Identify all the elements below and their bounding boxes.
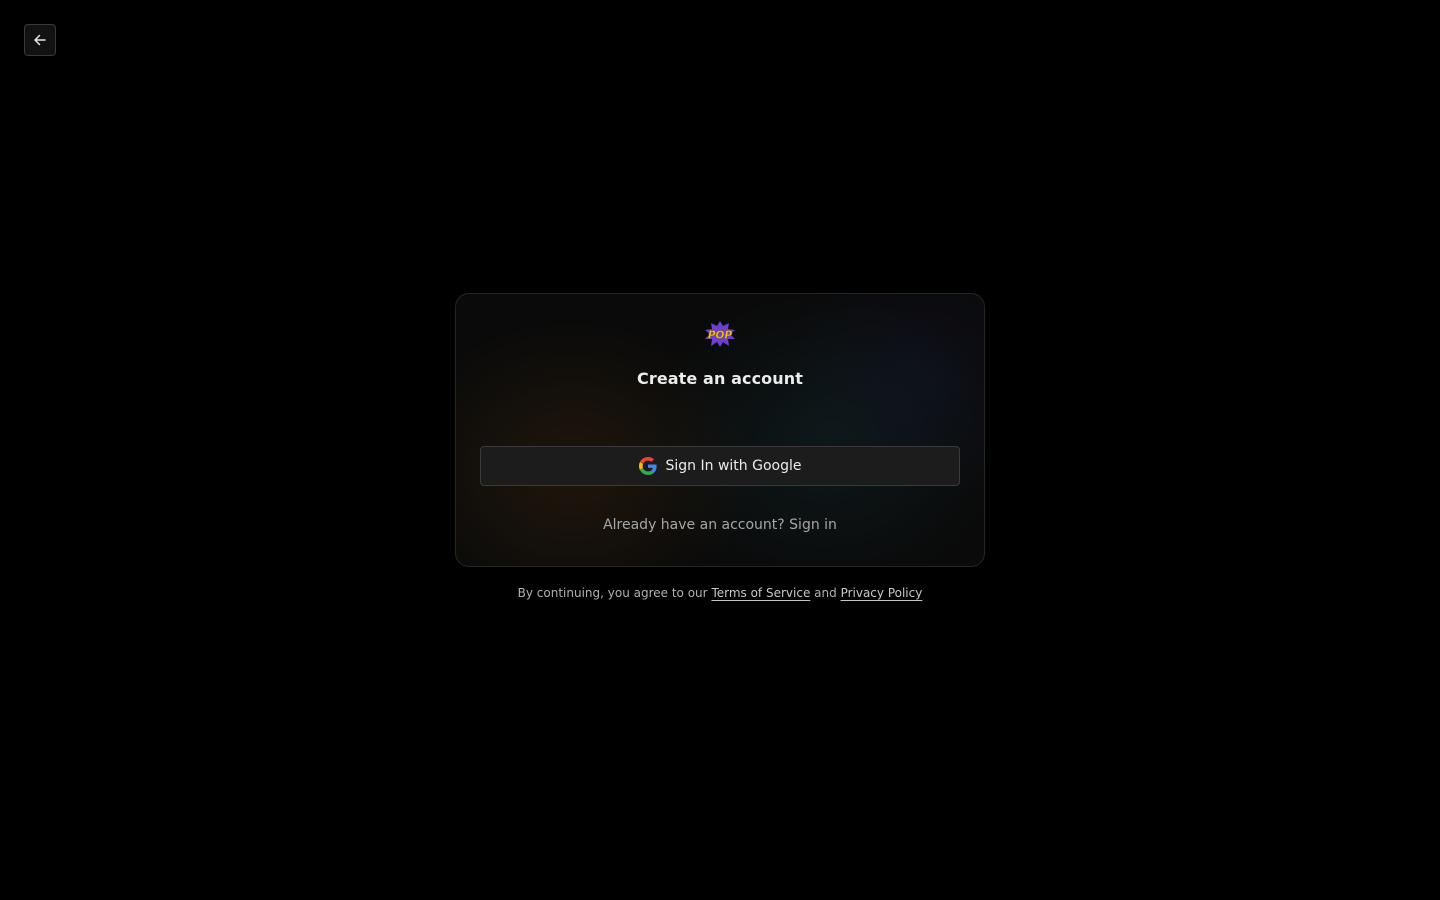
terms-of-service-link[interactable]: Terms of Service [711, 586, 810, 600]
already-have-account-text: Already have an account? [603, 517, 785, 533]
page-title: Create an account [637, 369, 803, 388]
google-signin-label: Sign In with Google [665, 458, 802, 474]
arrow-left-icon [33, 33, 47, 47]
signup-card: POP Create an account Sign In with Googl… [455, 293, 985, 567]
terms-notice: By continuing, you agree to our Terms of… [0, 586, 1440, 600]
signin-link[interactable]: Sign in [789, 517, 837, 533]
logo-text: POP [708, 330, 733, 342]
logo-container: POP [456, 321, 984, 347]
google-signin-button[interactable]: Sign In with Google [480, 446, 960, 486]
terms-prefix: By continuing, you agree to our [517, 586, 708, 600]
signin-prompt: Already have an account? Sign in [456, 517, 984, 533]
terms-conjunction: and [814, 586, 837, 600]
back-button[interactable] [24, 24, 56, 56]
privacy-policy-link[interactable]: Privacy Policy [841, 586, 923, 600]
google-g-icon [638, 457, 657, 475]
pop-logo: POP [705, 321, 735, 347]
